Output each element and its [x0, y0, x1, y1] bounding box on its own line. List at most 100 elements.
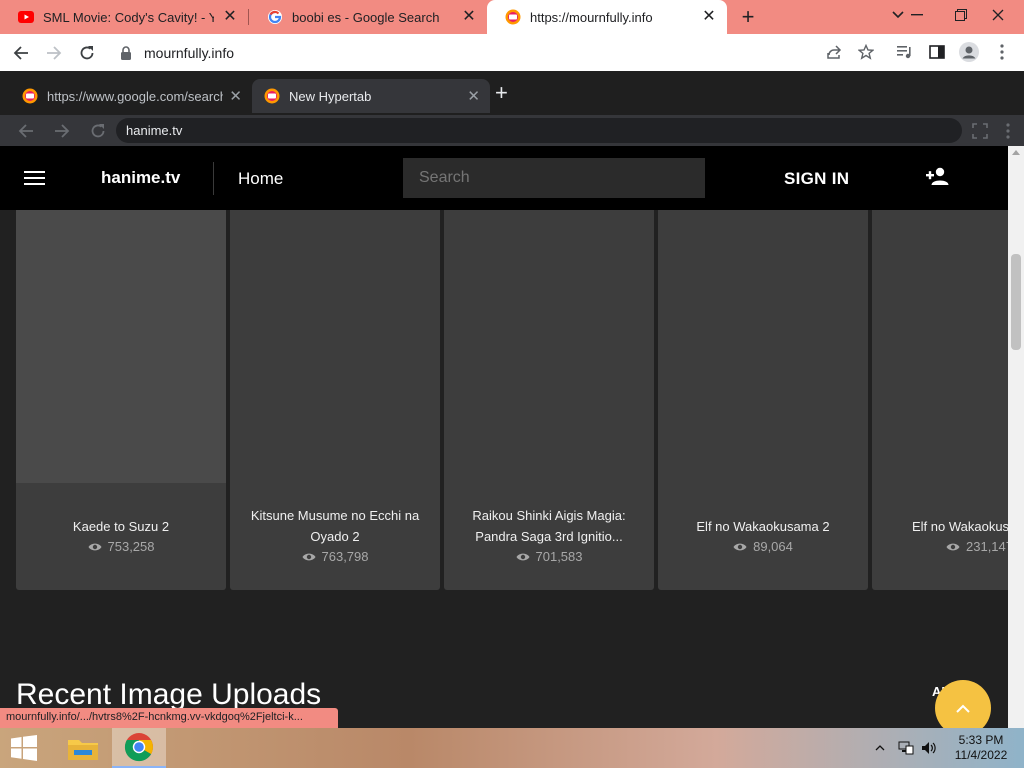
chrome-taskbar-icon[interactable] — [112, 728, 166, 768]
more-menu-icon[interactable] — [990, 40, 1014, 64]
view-count-value: 701,583 — [535, 549, 583, 564]
inner-tab-google-search[interactable]: https://www.google.com/search?q= ✕ — [0, 79, 252, 113]
video-card[interactable]: Kitsune Musume no Ecchi na Oyado 2 763,7… — [230, 210, 440, 590]
new-tab-button[interactable]: + — [735, 5, 761, 31]
site-logo[interactable]: hanime.tv — [101, 168, 180, 188]
scroll-up-arrow-icon[interactable] — [1012, 150, 1020, 155]
inner-tab-strip: https://www.google.com/search?q= ✕ New H… — [0, 71, 1024, 115]
video-thumbnail[interactable] — [444, 210, 654, 483]
share-icon[interactable] — [822, 40, 846, 64]
media-queue-icon[interactable] — [893, 40, 917, 64]
video-title[interactable]: Kaede to Suzu 2 — [24, 516, 218, 537]
bookmark-star-icon[interactable] — [854, 40, 878, 64]
network-icon[interactable] — [898, 728, 914, 768]
link-status-bubble: mournfully.info/.../hvtrs8%2F-hcnkmg.vv-… — [0, 708, 338, 728]
reload-icon[interactable] — [85, 118, 111, 144]
video-card[interactable]: Raikou Shinki Aigis Magia: Pandra Saga 3… — [444, 210, 654, 590]
view-count: 763,798 — [230, 549, 440, 564]
video-card[interactable]: Elf no Wakaokusama 2 89,064 — [658, 210, 868, 590]
video-title[interactable]: Raikou Shinki Aigis Magia: Pandra Saga 3… — [452, 505, 646, 547]
view-count: 231,147 — [946, 539, 1008, 554]
nav-home-link[interactable]: Home — [238, 169, 283, 189]
reload-icon[interactable] — [74, 40, 100, 66]
scrollbar-thumb[interactable] — [1011, 254, 1021, 350]
outer-tab-google[interactable]: boobi es - Google Search ✕ — [249, 0, 487, 34]
tab-title: https://www.google.com/search?q= — [47, 88, 224, 104]
windows-taskbar: 5:33 PM 11/4/2022 — [0, 728, 1024, 768]
inner-tab-new-hypertab[interactable]: New Hypertab ✕ — [252, 79, 490, 113]
view-count-value: 763,798 — [321, 549, 369, 564]
google-icon — [267, 9, 283, 25]
tab-title: boobi es - Google Search — [292, 9, 440, 25]
close-icon[interactable]: ✕ — [467, 87, 480, 105]
close-icon[interactable]: ✕ — [461, 9, 477, 25]
inner-toolbar: hanime.tv — [0, 115, 1024, 146]
site-header: hanime.tv Home SIGN IN — [0, 146, 1008, 210]
lock-icon — [120, 45, 134, 60]
back-arrow-icon[interactable] — [8, 40, 34, 66]
inner-new-tab-button[interactable]: + — [495, 80, 508, 106]
search-input[interactable] — [403, 158, 705, 198]
sign-in-button[interactable]: SIGN IN — [784, 169, 849, 189]
view-count-value: 231,147 — [966, 539, 1008, 554]
video-thumbnail[interactable] — [16, 210, 226, 483]
clock-date: 11/4/2022 — [954, 748, 1008, 762]
volume-icon[interactable] — [921, 728, 937, 768]
profile-avatar-icon[interactable] — [957, 40, 981, 64]
outer-tab-youtube[interactable]: SML Movie: Cody's Cavity! - YouTube ✕ — [0, 0, 248, 34]
section-title: Recent Image Uploads — [16, 678, 322, 711]
outer-toolbar: mournfully.info — [0, 34, 1024, 71]
tab-title: https://mournfully.info — [530, 9, 653, 25]
forward-arrow-icon[interactable] — [49, 118, 75, 144]
close-icon[interactable]: ✕ — [229, 87, 242, 105]
more-menu-icon[interactable] — [996, 119, 1020, 143]
close-icon[interactable]: ✕ — [222, 9, 238, 25]
video-thumbnail[interactable] — [658, 210, 868, 483]
add-user-icon[interactable] — [926, 167, 952, 189]
youtube-icon — [18, 9, 34, 25]
hypertab-icon — [22, 88, 38, 104]
fullscreen-icon[interactable] — [968, 119, 992, 143]
address-text: mournfully.info — [144, 44, 235, 61]
inner-address-bar[interactable]: hanime.tv — [116, 118, 962, 143]
file-explorer-icon[interactable] — [56, 728, 110, 768]
minimize-icon[interactable] — [897, 0, 937, 30]
video-title[interactable]: Elf no Wakaokus — [912, 516, 1008, 537]
view-count: 701,583 — [444, 549, 654, 564]
eye-icon — [88, 543, 101, 550]
view-count-value: 89,064 — [753, 539, 793, 554]
restore-icon[interactable] — [941, 0, 981, 30]
address-bar[interactable]: mournfully.info — [112, 39, 856, 66]
address-text: hanime.tv — [126, 123, 183, 138]
close-window-icon[interactable] — [978, 0, 1018, 30]
tray-overflow-chevron-icon[interactable] — [875, 728, 885, 768]
hypertab-icon — [264, 88, 280, 104]
back-arrow-icon[interactable] — [13, 118, 39, 144]
chevron-up-icon — [956, 704, 970, 713]
tab-title: SML Movie: Cody's Cavity! - YouTube — [43, 9, 214, 25]
video-thumbnail[interactable] — [872, 210, 1008, 483]
video-card[interactable]: Elf no Wakaokus 231,147 — [872, 210, 1008, 590]
side-panel-icon[interactable] — [925, 40, 949, 64]
video-title[interactable]: Kitsune Musume no Ecchi na Oyado 2 — [238, 505, 432, 547]
view-count-value: 753,258 — [107, 539, 155, 554]
eye-icon — [733, 543, 747, 550]
header-divider — [213, 162, 214, 195]
eye-icon — [516, 553, 529, 560]
hypertab-icon — [505, 9, 521, 25]
video-title[interactable]: Elf no Wakaokusama 2 — [666, 516, 860, 537]
outer-tab-strip: SML Movie: Cody's Cavity! - YouTube ✕ bo… — [0, 0, 1024, 34]
windows-start-icon[interactable] — [0, 728, 48, 768]
scroll-to-top-button[interactable] — [935, 680, 991, 728]
video-thumbnail[interactable] — [230, 210, 440, 483]
video-card[interactable]: Kaede to Suzu 2 753,258 — [16, 210, 226, 590]
eye-icon — [302, 553, 315, 560]
hamburger-menu-icon[interactable] — [24, 171, 45, 186]
taskbar-clock[interactable]: 5:33 PM 11/4/2022 — [948, 733, 1014, 763]
close-icon[interactable]: ✕ — [701, 9, 717, 25]
page-scrollbar[interactable] — [1008, 146, 1024, 728]
forward-arrow-icon[interactable] — [41, 40, 67, 66]
clock-time: 5:33 PM — [958, 733, 1004, 747]
outer-tab-mournfully[interactable]: https://mournfully.info ✕ — [487, 0, 727, 34]
eye-icon — [946, 543, 960, 550]
